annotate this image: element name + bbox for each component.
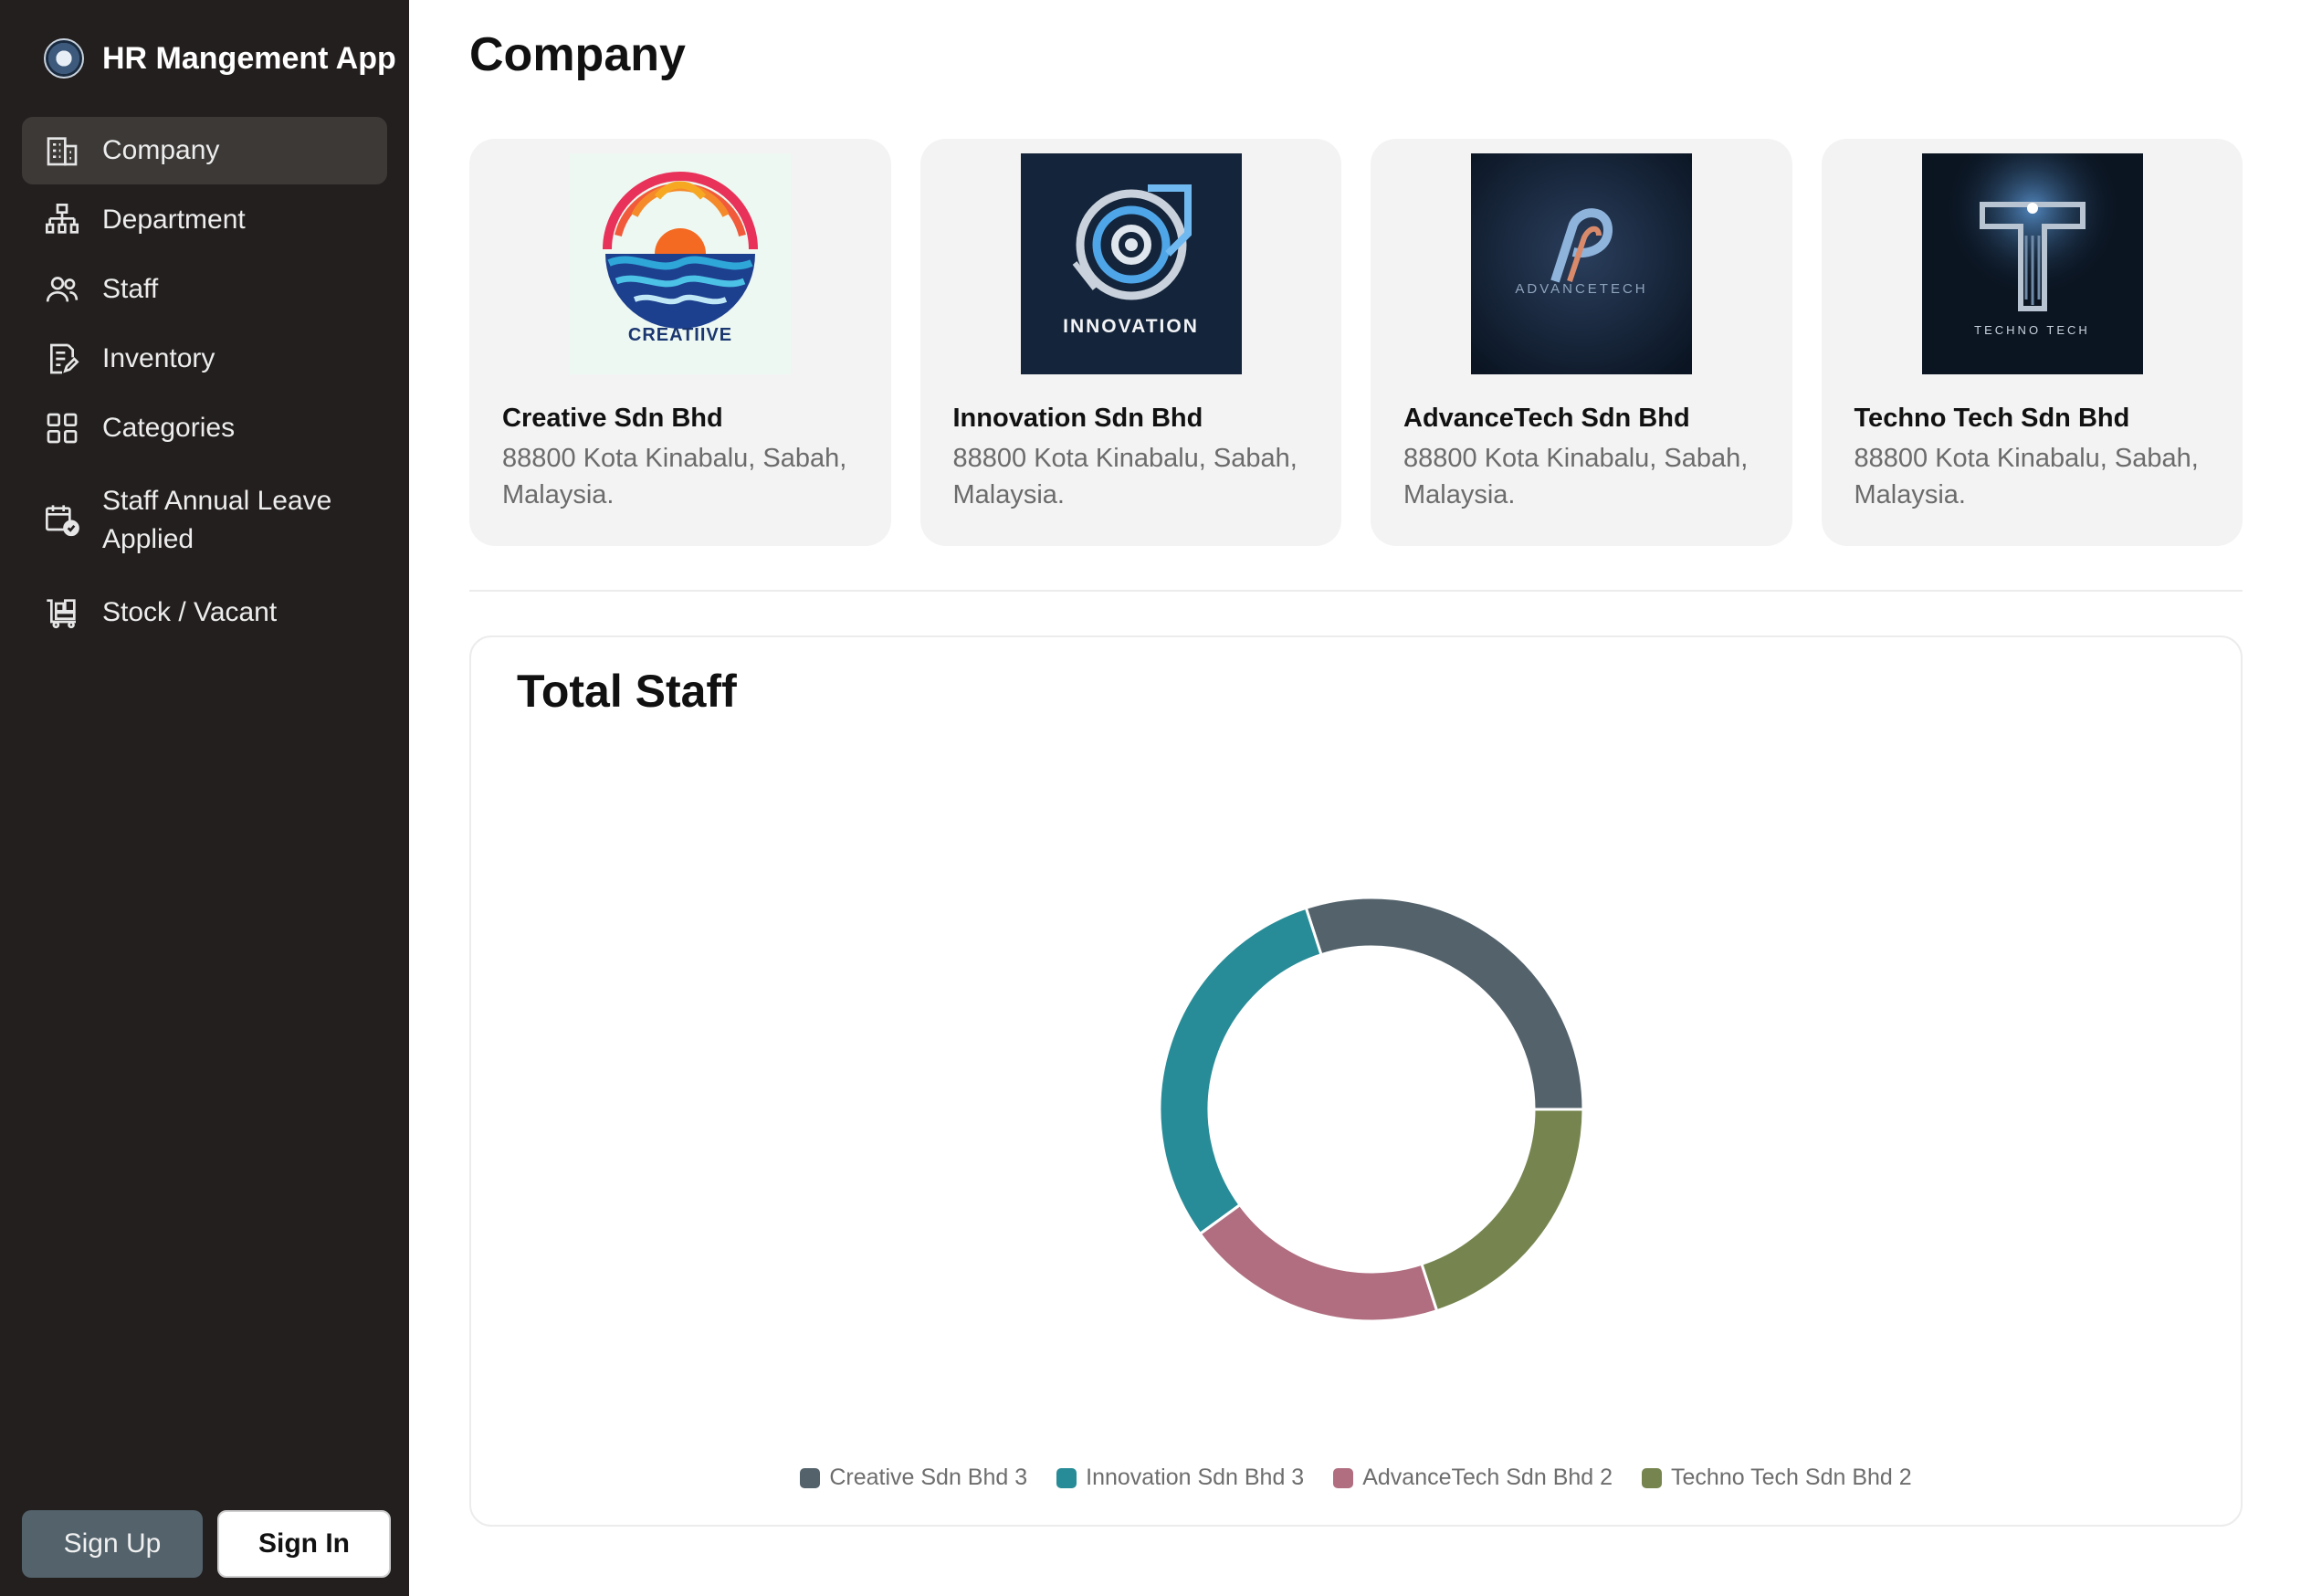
company-logo-creative: CREATIIVE [570, 153, 791, 374]
app-title: HR Mangement App [102, 40, 396, 76]
company-card[interactable]: TECHNO TECH Techno Tech Sdn Bhd 88800 Ko… [1821, 139, 2243, 546]
sidebar: HR Mangement App Company Department Staf… [0, 0, 409, 1596]
cart-icon [44, 594, 80, 631]
sign-in-button[interactable]: Sign In [217, 1510, 391, 1578]
section-divider [469, 590, 2243, 592]
legend-label: Techno Tech Sdn Bhd 2 [1671, 1465, 1912, 1490]
legend-swatch [800, 1467, 821, 1488]
company-cards: CREATIIVE Creative Sdn Bhd 88800 Kota Ki… [469, 139, 2243, 546]
company-logo-innovation: INNOVATION [1020, 153, 1242, 374]
hierarchy-icon [44, 202, 80, 238]
sign-up-button[interactable]: Sign Up [22, 1510, 203, 1578]
donut-slice-innovation-sdn-bhd[interactable] [1158, 906, 1323, 1236]
company-logo-text: INNOVATION [1063, 316, 1199, 337]
chart-legend: Creative Sdn Bhd 3 Innovation Sdn Bhd 3 Ad… [471, 1465, 2241, 1491]
sidebar-item-label: Staff Annual Leave Applied [102, 486, 332, 554]
legend-swatch [1333, 1467, 1354, 1488]
grid-icon [44, 410, 80, 446]
sidebar-nav: Company Department Staff Inventory Categ… [22, 117, 387, 648]
sidebar-item-label: Stock / Vacant [102, 597, 278, 627]
company-logo-text: ADVANCETECH [1515, 281, 1648, 297]
company-logo-technotech: TECHNO TECH [1921, 153, 2143, 374]
company-logo-text: CREATIIVE [627, 325, 733, 345]
company-card[interactable]: ADVANCETECH AdvanceTech Sdn Bhd 88800 Ko… [1371, 139, 1792, 546]
sidebar-item-label: Inventory [102, 343, 215, 373]
sidebar-item-label: Categories [102, 413, 236, 443]
company-address: 88800 Kota Kinabalu, Sabah, Malaysia. [952, 444, 1298, 509]
legend-item[interactable]: Innovation Sdn Bhd 3 [1056, 1465, 1304, 1491]
users-icon [44, 271, 80, 308]
legend-label: AdvanceTech Sdn Bhd 2 [1362, 1465, 1613, 1490]
company-card[interactable]: INNOVATION Innovation Sdn Bhd 88800 Kota… [919, 139, 1341, 546]
sidebar-item-categories[interactable]: Categories [22, 394, 387, 462]
sidebar-item-department[interactable]: Department [22, 186, 387, 254]
page-title: Company [469, 28, 686, 81]
donut-slice-advancetech-sdn-bhd[interactable] [1198, 1202, 1439, 1323]
main-content: Company CREATIIVE Creative Sdn Bhd 88800… [409, 0, 2301, 1596]
company-address: 88800 Kota Kinabalu, Sabah, Malaysia. [1854, 444, 2199, 509]
app-logo [44, 38, 84, 79]
sidebar-item-stock-vacant[interactable]: Stock / Vacant [22, 579, 387, 646]
legend-label: Creative Sdn Bhd 3 [829, 1465, 1028, 1490]
company-address: 88800 Kota Kinabalu, Sabah, Malaysia. [1403, 444, 1749, 509]
legend-swatch [1642, 1467, 1663, 1488]
sidebar-item-label: Company [102, 135, 220, 165]
total-staff-donut-chart [1158, 896, 1585, 1323]
calendar-check-icon [44, 502, 80, 539]
sidebar-item-label: Department [102, 205, 246, 235]
donut-slice-techno-tech-sdn-bhd[interactable] [1420, 1108, 1585, 1313]
sidebar-item-company[interactable]: Company [22, 117, 387, 184]
company-address: 88800 Kota Kinabalu, Sabah, Malaysia. [502, 444, 847, 509]
app-brand[interactable]: HR Mangement App [44, 33, 396, 84]
company-name: Creative Sdn Bhd [502, 404, 723, 433]
sidebar-item-staff-annual-leave[interactable]: Staff Annual Leave Applied [22, 464, 387, 577]
legend-label: Innovation Sdn Bhd 3 [1086, 1465, 1305, 1490]
total-staff-panel: Total Staff Creative Sdn Bhd 3 Innovation… [469, 635, 2243, 1527]
legend-item[interactable]: Creative Sdn Bhd 3 [800, 1465, 1027, 1491]
legend-item[interactable]: AdvanceTech Sdn Bhd 2 [1333, 1465, 1613, 1491]
company-name: AdvanceTech Sdn Bhd [1403, 404, 1690, 433]
sidebar-item-label: Staff [102, 274, 159, 304]
company-card[interactable]: CREATIIVE Creative Sdn Bhd 88800 Kota Ki… [469, 139, 891, 546]
company-logo-text: TECHNO TECH [1974, 323, 2090, 337]
building-icon [44, 132, 80, 169]
legend-swatch [1056, 1467, 1077, 1488]
sidebar-item-staff[interactable]: Staff [22, 256, 387, 323]
clipboard-edit-icon [44, 341, 80, 377]
company-logo-advancetech: ADVANCETECH [1471, 153, 1692, 374]
legend-item[interactable]: Techno Tech Sdn Bhd 2 [1642, 1465, 1912, 1491]
donut-slice-creative-sdn-bhd[interactable] [1304, 896, 1585, 1111]
company-name: Innovation Sdn Bhd [952, 404, 1203, 433]
sidebar-item-inventory[interactable]: Inventory [22, 325, 387, 393]
company-name: Techno Tech Sdn Bhd [1854, 404, 2130, 433]
auth-buttons: Sign Up Sign In [22, 1510, 391, 1578]
